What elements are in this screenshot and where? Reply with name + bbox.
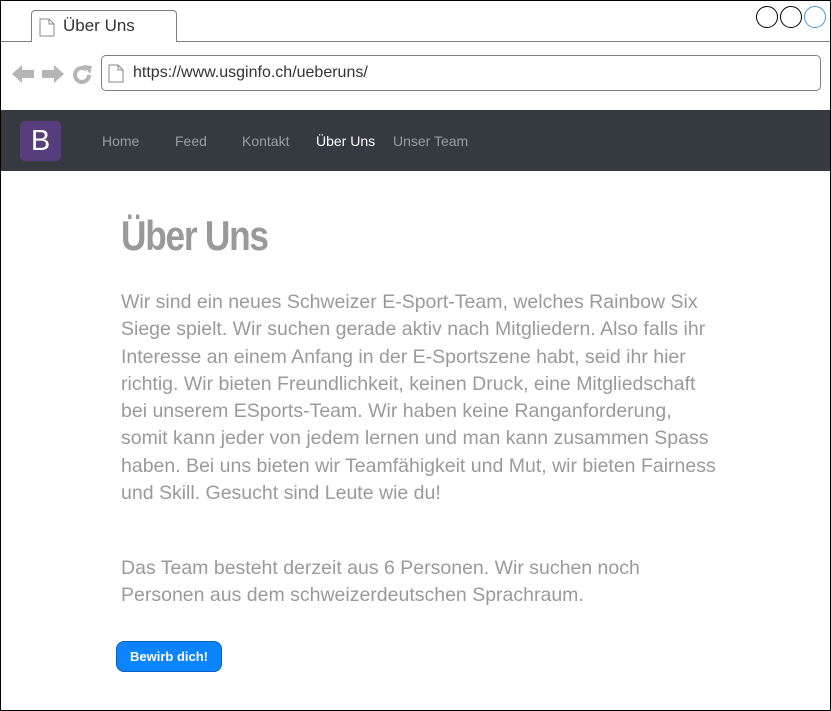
team-paragraph: Das Team besteht derzeit aus 6 Personen.… xyxy=(121,557,640,607)
apply-button[interactable]: Bewirb dich! xyxy=(116,641,222,672)
back-arrow-icon[interactable] xyxy=(11,64,35,84)
main-content: Über Uns Wir sind ein neues Schweizer E-… xyxy=(121,206,721,606)
site-navbar: B Home Feed Kontakt Über Uns Unser Team xyxy=(1,110,830,171)
nav-link-ueber-uns[interactable]: Über Uns xyxy=(316,133,375,149)
tab-title: Über Uns xyxy=(63,16,135,35)
nav-link-feed[interactable]: Feed xyxy=(175,133,207,149)
forward-arrow-icon[interactable] xyxy=(41,64,65,84)
minimize-button[interactable] xyxy=(756,6,778,28)
restore-button[interactable] xyxy=(780,6,802,28)
tab-bar: Über Uns xyxy=(1,1,830,42)
refresh-icon[interactable] xyxy=(71,64,93,86)
page-icon xyxy=(39,18,55,37)
browser-window: Über Uns https://www.usginfo.ch/ueberuns… xyxy=(0,0,831,711)
page-title: Über Uns xyxy=(121,212,269,259)
address-bar[interactable]: https://www.usginfo.ch/ueberuns/ xyxy=(101,55,821,91)
window-controls xyxy=(756,6,826,28)
nav-link-home[interactable]: Home xyxy=(102,133,139,149)
brand-logo[interactable]: B xyxy=(20,121,61,161)
page-icon xyxy=(108,64,124,83)
nav-link-unser-team[interactable]: Unser Team xyxy=(393,133,468,149)
url-text: https://www.usginfo.ch/ueberuns/ xyxy=(133,64,368,81)
close-button[interactable] xyxy=(804,6,826,28)
nav-link-kontakt[interactable]: Kontakt xyxy=(242,133,289,149)
browser-toolbar: https://www.usginfo.ch/ueberuns/ xyxy=(1,42,830,110)
intro-paragraph: Wir sind ein neues Schweizer E-Sport-Tea… xyxy=(121,291,716,505)
browser-tab[interactable]: Über Uns xyxy=(31,10,177,42)
